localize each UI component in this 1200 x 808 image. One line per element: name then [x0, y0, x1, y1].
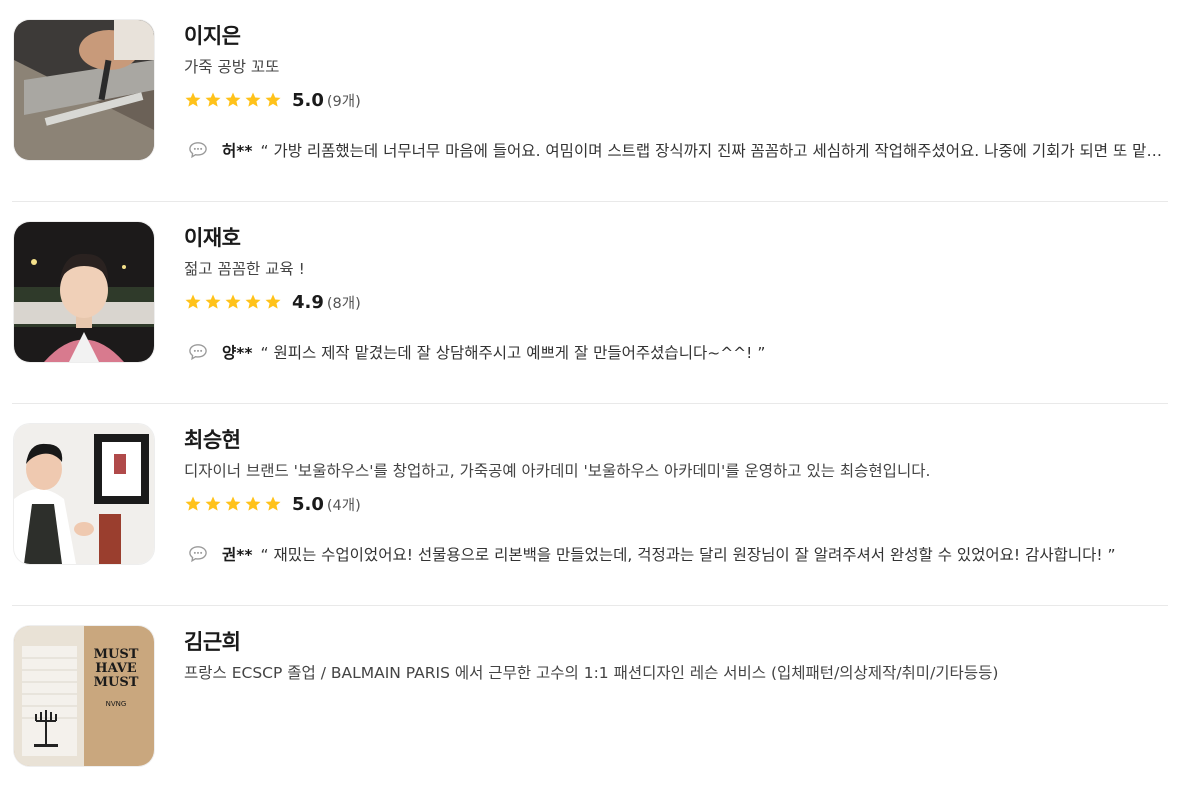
- star-rating: [184, 293, 282, 311]
- reviewer-name: 양**: [222, 344, 253, 362]
- instructor-card[interactable]: 이재호 젊고 꼼꼼한 교육 ! 4.9 (8개) 양** “ 원피스 제작 맡겼…: [12, 202, 1168, 404]
- review-snippet[interactable]: 허** “ 가방 리폼했는데 너무너무 마음에 들어요. 여밈이며 스트랩 장식…: [188, 138, 1168, 162]
- star-icon: [225, 496, 241, 511]
- review-text: “ 가방 리폼했는데 너무너무 마음에 들어요. 여밈이며 스트랩 장식까지 진…: [260, 142, 1168, 160]
- instructor-card[interactable]: 최승현 디자이너 브랜드 '보울하우스'를 창업하고, 가죽공예 아카데미 '보…: [12, 404, 1168, 606]
- svg-text:MUST: MUST: [94, 675, 139, 690]
- star-icon: [245, 92, 261, 107]
- star-icon: [205, 294, 221, 309]
- rating-score: 5.0: [292, 493, 324, 515]
- rating-row: 5.0 (9개): [184, 88, 361, 112]
- star-icon: [225, 294, 241, 309]
- review-count: (9개): [326, 93, 361, 110]
- chat-bubble-icon: [189, 142, 207, 159]
- reviewer-name: 권**: [222, 546, 253, 564]
- star-icon: [265, 92, 281, 107]
- star-icon: [225, 92, 241, 107]
- star-rating: [184, 495, 282, 513]
- chat-bubble-icon: [189, 344, 207, 361]
- review-text: “ 원피스 제작 맡겼는데 잘 상담해주시고 예쁘게 잘 만들어주셨습니다~^^…: [260, 344, 766, 362]
- star-icon: [205, 92, 221, 107]
- poster-text: MUST: [94, 647, 139, 662]
- instructor-photo[interactable]: MUST HAVE MUST NVNG: [14, 626, 154, 766]
- poster-subtext: NVNG: [106, 700, 127, 708]
- review-text: “ 재밌는 수업이었어요! 선물용으로 리본백을 만들었는데, 걱정과는 달리 …: [260, 546, 1116, 564]
- rating-score: 5.0: [292, 89, 324, 111]
- review-count: (4개): [326, 497, 361, 514]
- star-icon: [265, 294, 281, 309]
- instructor-card[interactable]: MUST HAVE MUST NVNG 김근희 프랑스 ECSCP 졸업 / B…: [12, 606, 1168, 808]
- rating-row: 5.0 (4개): [184, 492, 361, 516]
- star-icon: [205, 496, 221, 511]
- rating-score: 4.9: [292, 291, 324, 313]
- star-icon: [185, 92, 201, 107]
- instructor-name[interactable]: 김근희: [184, 626, 241, 656]
- instructor-photo[interactable]: [14, 20, 154, 160]
- instructor-photo[interactable]: [14, 222, 154, 362]
- instructor-name[interactable]: 최승현: [184, 424, 241, 454]
- star-icon: [265, 496, 281, 511]
- chat-bubble-icon: [189, 546, 207, 563]
- review-snippet[interactable]: 권** “ 재밌는 수업이었어요! 선물용으로 리본백을 만들었는데, 걱정과는…: [188, 542, 1168, 566]
- reviewer-name: 허**: [222, 142, 253, 160]
- star-icon: [185, 294, 201, 309]
- instructor-description: 가죽 공방 꼬또: [184, 58, 280, 76]
- rating-row: 4.9 (8개): [184, 290, 361, 314]
- svg-text:HAVE: HAVE: [95, 661, 137, 676]
- instructor-name[interactable]: 이지은: [184, 20, 241, 50]
- review-snippet[interactable]: 양** “ 원피스 제작 맡겼는데 잘 상담해주시고 예쁘게 잘 만들어주셨습니…: [188, 340, 1168, 364]
- instructor-description: 젊고 꼼꼼한 교육 !: [184, 260, 305, 278]
- instructor-card[interactable]: 이지은 가죽 공방 꼬또 5.0 (9개) 허** “ 가방 리폼했는데 너무너…: [12, 0, 1168, 202]
- instructor-name[interactable]: 이재호: [184, 222, 241, 252]
- instructor-photo[interactable]: [14, 424, 154, 564]
- instructor-description: 프랑스 ECSCP 졸업 / BALMAIN PARIS 에서 근무한 고수의 …: [184, 664, 999, 682]
- star-rating: [184, 91, 282, 109]
- review-count: (8개): [326, 295, 361, 312]
- star-icon: [245, 294, 261, 309]
- star-icon: [185, 496, 201, 511]
- instructor-description: 디자이너 브랜드 '보울하우스'를 창업하고, 가죽공예 아카데미 '보울하우스…: [184, 462, 931, 480]
- star-icon: [245, 496, 261, 511]
